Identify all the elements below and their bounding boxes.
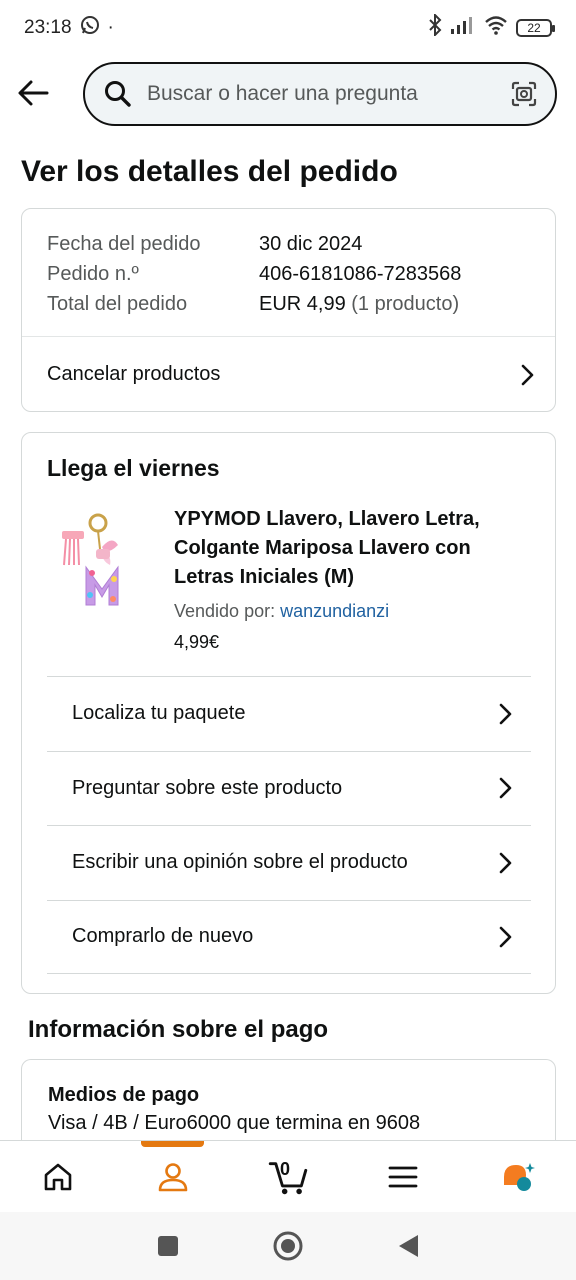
action-label: Comprarlo de nuevo [72,925,254,948]
nav-cart[interactable]: 0 [230,1141,345,1212]
buy-again-button[interactable]: Comprarlo de nuevo [47,899,531,974]
chevron-right-icon [499,852,512,874]
order-number-value: 406-6181086-7283568 [259,263,462,285]
chevron-right-icon [499,703,512,725]
camera-icon[interactable] [509,79,539,109]
order-date-label: Fecha del pedido [47,233,201,255]
action-label: Escribir una opinión sobre el producto [72,851,408,874]
back-triangle-icon[interactable] [396,1233,420,1259]
payment-method-value: Visa / 4B / Euro6000 que termina en 9608 [48,1112,421,1134]
nav-menu[interactable] [346,1141,461,1212]
nav-home[interactable] [0,1141,115,1212]
search-bar[interactable] [83,62,557,126]
bottom-nav: 0 [0,1140,576,1212]
battery-icon: 22 [516,19,555,37]
order-total-value: EUR 4,99 (1 producto) [259,289,459,319]
order-total-count: (1 producto) [345,293,460,315]
order-number-row: Pedido n.º 406-6181086-7283568 [47,259,530,289]
user-icon [158,1162,188,1191]
write-review-button[interactable]: Escribir una opinión sobre el producto [47,825,531,900]
recents-square-icon[interactable] [156,1234,180,1258]
delivery-title: Llega el viernes [47,455,220,481]
order-actions-list: Localiza tu paquete Preguntar sobre este… [47,676,531,974]
nav-account[interactable] [115,1141,230,1212]
ask-about-product-button[interactable]: Preguntar sobre este producto [47,750,531,826]
order-date-value: 30 dic 2024 [259,233,363,255]
wifi-icon [484,15,508,41]
bluetooth-icon [428,12,442,42]
order-total-amount: EUR 4,99 [259,293,346,315]
product-image-letter: M [102,604,104,606]
status-bar: 23:18 · 22 [0,0,576,56]
track-package-button[interactable]: Localiza tu paquete [47,676,531,751]
seller-label: Vendido por: [174,601,281,621]
battery-level: 22 [527,21,541,35]
product-image[interactable]: M [58,509,138,609]
action-label: Localiza tu paquete [72,702,246,725]
chevron-right-icon [499,777,512,799]
search-icon [105,81,131,107]
hamburger-menu-icon [388,1166,418,1187]
home-circle-icon[interactable] [272,1230,304,1262]
payment-method-label: Medios de pago [48,1084,200,1106]
order-number-label: Pedido n.º [47,263,139,285]
signal-icon [450,15,476,41]
product-price: 4,99€ [174,632,220,652]
back-arrow-icon [18,80,49,106]
payment-section-title: Información sobre el pago [28,1016,329,1043]
order-total-row: Total del pedido EUR 4,99 (1 producto) [47,289,530,319]
chevron-right-icon [499,926,512,948]
home-icon [44,1163,71,1190]
cancel-products-button[interactable]: Cancelar productos [22,337,555,412]
seller-link[interactable]: wanzundianzi [280,601,389,621]
nav-rufus[interactable] [461,1141,576,1212]
seller-info: Vendido por: wanzundianzi [174,601,389,622]
cart-count: 0 [280,1159,291,1179]
status-dot: · [107,17,114,38]
status-time: 23:18 [24,17,72,38]
action-label: Preguntar sobre este producto [72,776,343,799]
rufus-assistant-icon [504,1162,536,1191]
search-input[interactable] [147,82,509,106]
chevron-right-icon [521,364,534,385]
whatsapp-icon [80,15,100,41]
order-summary-card: Fecha del pedido 30 dic 2024 Pedido n.º … [21,208,556,412]
product-title-link[interactable]: YPYMOD Llavero, Llavero Letra, Colgante … [174,505,524,592]
page-title: Ver los detalles del pedido [21,155,398,188]
order-date-row: Fecha del pedido 30 dic 2024 [47,229,530,259]
order-total-label: Total del pedido [47,293,188,315]
delivery-card: Llega el viernes M YPYMOD Llavero, Llave… [21,432,556,994]
cancel-products-label: Cancelar productos [47,363,221,385]
system-nav-bar [0,1212,576,1280]
back-button[interactable] [16,76,50,110]
header [0,62,576,128]
